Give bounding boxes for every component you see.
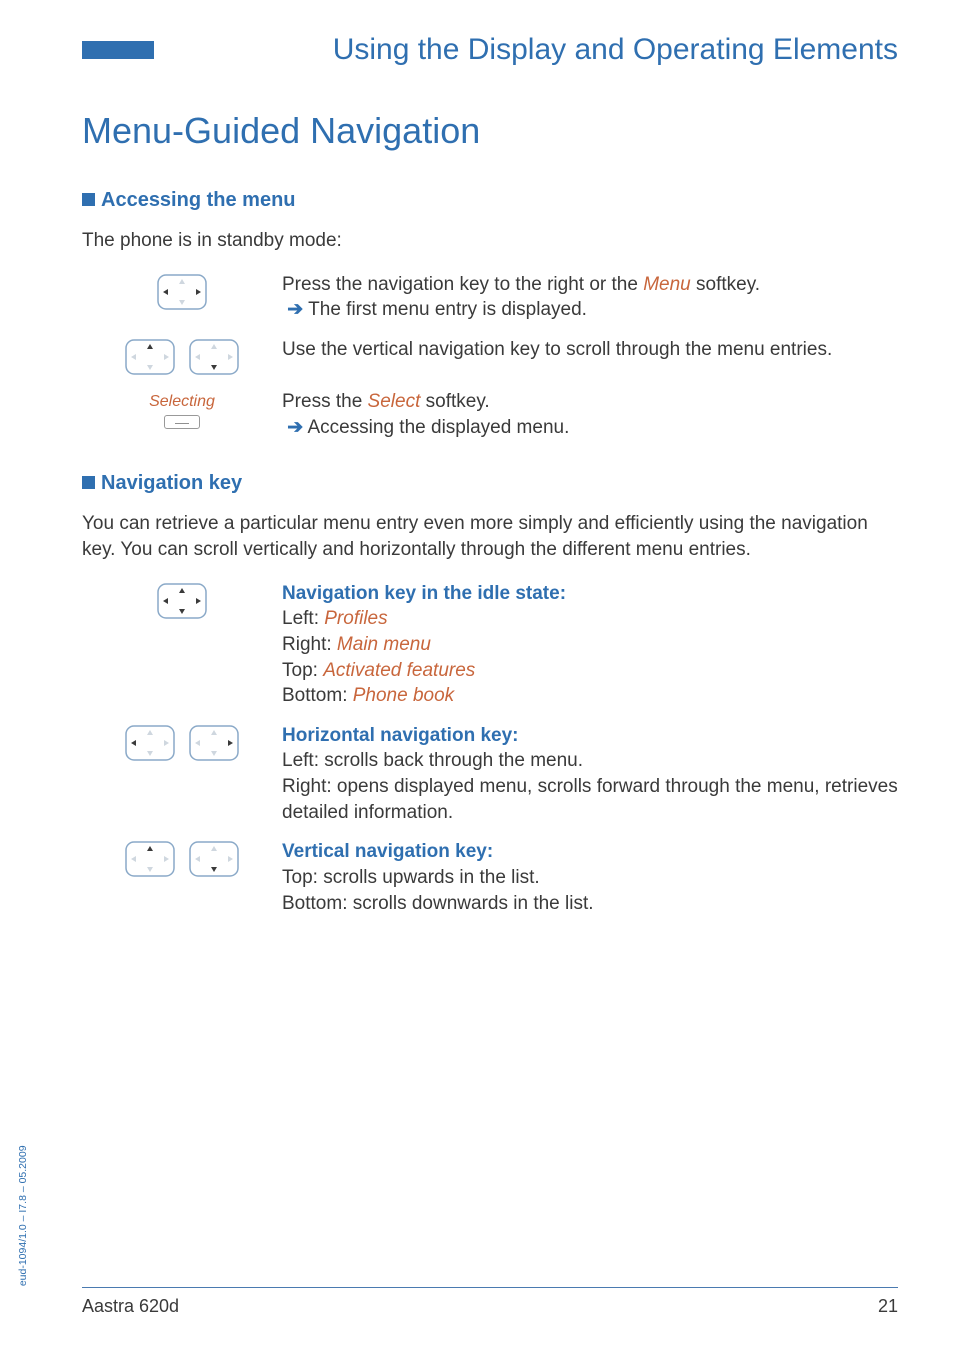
navkey-idle-row: Navigation key in the idle state: Left: … bbox=[82, 581, 898, 709]
step1-text-b: softkey. bbox=[691, 274, 760, 295]
heading-text: Navigation key bbox=[101, 472, 242, 494]
idle-bottom-label: Bottom: bbox=[282, 685, 353, 706]
select-softkey-label: Select bbox=[368, 391, 421, 412]
menu-softkey-label: Menu bbox=[643, 274, 691, 295]
step2-text: Use the vertical navigation key to scrol… bbox=[282, 337, 898, 375]
result-arrow-icon: ➔ bbox=[287, 299, 303, 320]
step3-result: Accessing the displayed menu. bbox=[307, 417, 569, 438]
navkey-icon-up-active bbox=[125, 339, 175, 375]
horiz-title: Horizontal navigation key: bbox=[282, 725, 518, 746]
section-navigation-key-heading: Navigation key bbox=[82, 470, 898, 497]
selecting-label: Selecting bbox=[149, 391, 215, 413]
idle-text: Navigation key in the idle state: Left: … bbox=[282, 581, 898, 709]
idle-bottom-val: Phone book bbox=[353, 685, 454, 706]
result-arrow-icon: ➔ bbox=[287, 417, 303, 438]
navkey-icon-up-active bbox=[125, 841, 175, 877]
foxkey-icon: — bbox=[164, 415, 200, 429]
idle-left-label: Left: bbox=[282, 608, 324, 629]
heading-text: Accessing the menu bbox=[101, 189, 296, 211]
navkey-icon-left-active bbox=[125, 725, 175, 761]
footer-model: Aastra 620d bbox=[82, 1294, 179, 1318]
step1-text-a: Press the navigation key to the right or… bbox=[282, 274, 643, 295]
section2-intro: You can retrieve a particular menu entry… bbox=[82, 511, 898, 562]
navkey-icon-right-active bbox=[157, 274, 207, 310]
vert-icon-col bbox=[82, 839, 282, 916]
horiz-left: Left: scrolls back through the menu. bbox=[282, 750, 583, 771]
idle-top-label: Top: bbox=[282, 660, 323, 681]
idle-left-val: Profiles bbox=[324, 608, 387, 629]
document-id: eud-1094/1.0 – I7.8 – 05.2009 bbox=[16, 1145, 30, 1286]
horiz-text: Horizontal navigation key: Left: scrolls… bbox=[282, 723, 898, 826]
section1-intro: The phone is in standby mode: bbox=[82, 228, 898, 254]
idle-icon-col bbox=[82, 581, 282, 709]
vert-title: Vertical navigation key: bbox=[282, 841, 493, 862]
navkey-icon-right-active bbox=[189, 725, 239, 761]
navkey-icon-down-active bbox=[189, 841, 239, 877]
step3-text-b: softkey. bbox=[420, 391, 489, 412]
vert-text: Vertical navigation key: Top: scrolls up… bbox=[282, 839, 898, 916]
page-footer: Aastra 620d 21 bbox=[82, 1287, 898, 1318]
navkey-horizontal-row: Horizontal navigation key: Left: scrolls… bbox=[82, 723, 898, 826]
navkey-vertical-row: Vertical navigation key: Top: scrolls up… bbox=[82, 839, 898, 916]
step3-icon-col: Selecting — bbox=[82, 389, 282, 440]
chapter-title: Using the Display and Operating Elements bbox=[162, 30, 898, 71]
footer-page: 21 bbox=[878, 1294, 898, 1318]
step2-icon-col bbox=[82, 337, 282, 375]
vert-top: Top: scrolls upwards in the list. bbox=[282, 867, 540, 888]
step-row-2: Use the vertical navigation key to scrol… bbox=[82, 337, 898, 375]
navkey-icon-all-active bbox=[157, 583, 207, 619]
header-bar: Using the Display and Operating Elements bbox=[82, 30, 898, 71]
page-heading: Menu-Guided Navigation bbox=[82, 107, 898, 156]
navkey-icon-down-active bbox=[189, 339, 239, 375]
step3-text: Press the Select softkey. ➔ Accessing th… bbox=[282, 389, 898, 440]
heading-square-icon bbox=[82, 476, 95, 489]
header-accent-block bbox=[82, 41, 154, 59]
horiz-icon-col bbox=[82, 723, 282, 826]
idle-right-label: Right: bbox=[282, 634, 337, 655]
horiz-right: Right: opens displayed menu, scrolls for… bbox=[282, 776, 898, 823]
step-row-1: Press the navigation key to the right or… bbox=[82, 272, 898, 323]
step3-text-a: Press the bbox=[282, 391, 368, 412]
idle-title: Navigation key in the idle state: bbox=[282, 583, 566, 604]
idle-top-val: Activated features bbox=[323, 660, 475, 681]
step1-text: Press the navigation key to the right or… bbox=[282, 272, 898, 323]
vert-bottom: Bottom: scrolls downwards in the list. bbox=[282, 893, 594, 914]
section-accessing-menu-heading: Accessing the menu bbox=[82, 187, 898, 214]
step1-icon-col bbox=[82, 272, 282, 323]
idle-right-val: Main menu bbox=[337, 634, 431, 655]
step-row-3: Selecting — Press the Select softkey. ➔ … bbox=[82, 389, 898, 440]
heading-square-icon bbox=[82, 193, 95, 206]
step1-result: The first menu entry is displayed. bbox=[308, 299, 587, 320]
